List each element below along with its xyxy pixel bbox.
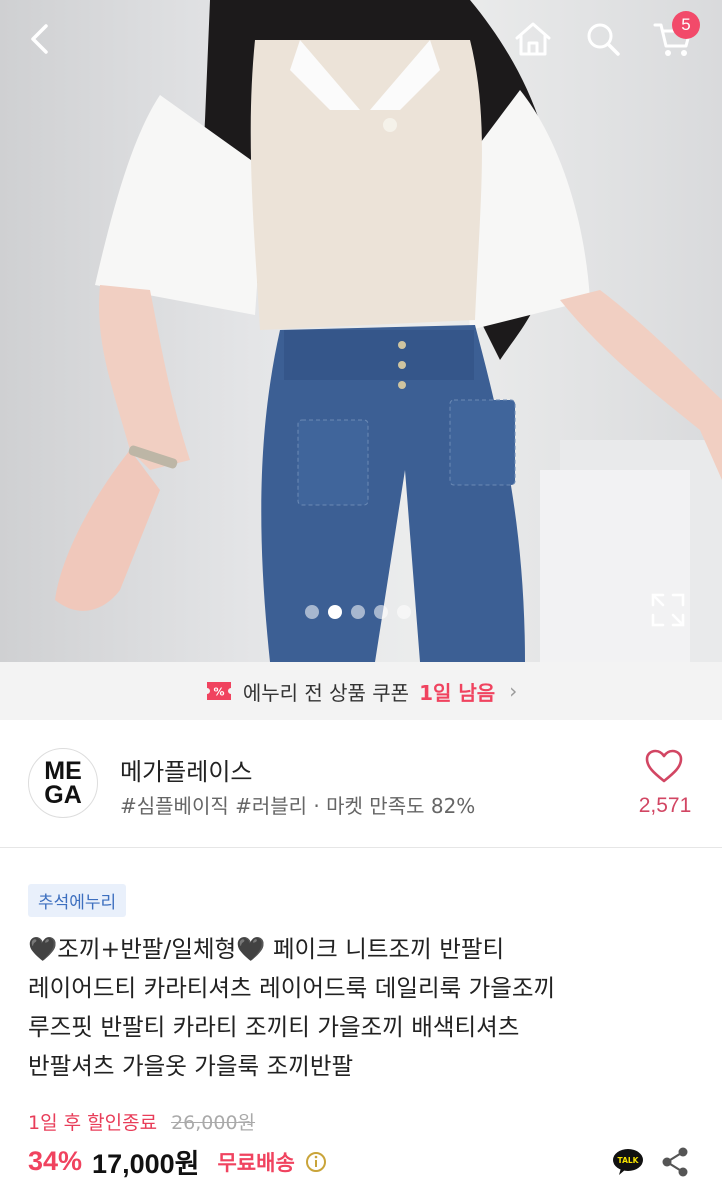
svg-text:TALK: TALK xyxy=(618,1156,640,1165)
top-navigation-bar: 5 xyxy=(0,0,722,80)
home-icon xyxy=(515,22,551,56)
cart-count-badge: 5 xyxy=(672,11,700,39)
coupon-icon: % xyxy=(206,682,231,700)
product-image-gallery[interactable]: 5 xyxy=(0,0,722,662)
coupon-banner[interactable]: % 에누리 전 상품 쿠폰 1일 남음 › xyxy=(0,662,722,720)
sale-price: 17,000원 xyxy=(92,1149,200,1179)
discount-rate: 34% xyxy=(28,1146,83,1176)
seller-name[interactable]: 메가플레이스 xyxy=(120,752,252,787)
kakaotalk-icon[interactable]: TALK xyxy=(612,1148,644,1176)
pagination-dot-active[interactable] xyxy=(328,605,342,619)
svg-text:%: % xyxy=(213,686,224,699)
product-photo xyxy=(55,0,722,662)
sale-info: 1일 후 할인종료 26,000원 xyxy=(28,1108,255,1135)
price-row: 34% 17,000원 무료배송 xyxy=(28,1142,327,1181)
free-shipping-label: 무료배송 xyxy=(217,1150,295,1175)
home-button[interactable] xyxy=(508,14,558,64)
search-icon xyxy=(587,23,620,56)
sale-ends-text: 1일 후 할인종료 xyxy=(28,1112,158,1134)
logo-line2: GA xyxy=(44,781,82,809)
pagination-dot[interactable] xyxy=(374,605,388,619)
pagination-dot[interactable] xyxy=(397,605,411,619)
share-icon[interactable] xyxy=(660,1146,690,1178)
like-count: 2,571 xyxy=(638,794,692,817)
coupon-text: 에누리 전 상품 쿠폰 xyxy=(242,680,410,705)
pagination-dot[interactable] xyxy=(305,605,319,619)
search-button[interactable] xyxy=(578,14,628,64)
original-price: 26,000원 xyxy=(171,1112,256,1134)
seller-info[interactable]: ME GA 메가플레이스 #심플베이직 #러블리 · 마켓 만족도 82% 2,… xyxy=(0,720,722,848)
chevron-left-icon xyxy=(31,24,48,54)
chevron-right-icon: › xyxy=(509,679,518,703)
gallery-pagination xyxy=(305,605,411,619)
heart-icon[interactable] xyxy=(644,748,684,784)
back-button[interactable] xyxy=(16,14,66,64)
logo-line1: ME xyxy=(44,757,82,785)
coupon-remaining: 1일 남음 xyxy=(419,680,496,705)
expand-icon[interactable] xyxy=(650,592,686,628)
seller-tags: #심플베이직 #러블리 · 마켓 만족도 82% xyxy=(120,794,476,818)
event-badge: 추석에누리 xyxy=(28,884,127,917)
info-icon[interactable] xyxy=(305,1151,327,1173)
seller-logo[interactable]: ME GA xyxy=(28,748,98,818)
product-title: 🖤조끼+반팔/일체형🖤 페이크 니트조끼 반팔티 레이어드티 카라티셔츠 레이어… xyxy=(28,935,556,1080)
pagination-dot[interactable] xyxy=(351,605,365,619)
